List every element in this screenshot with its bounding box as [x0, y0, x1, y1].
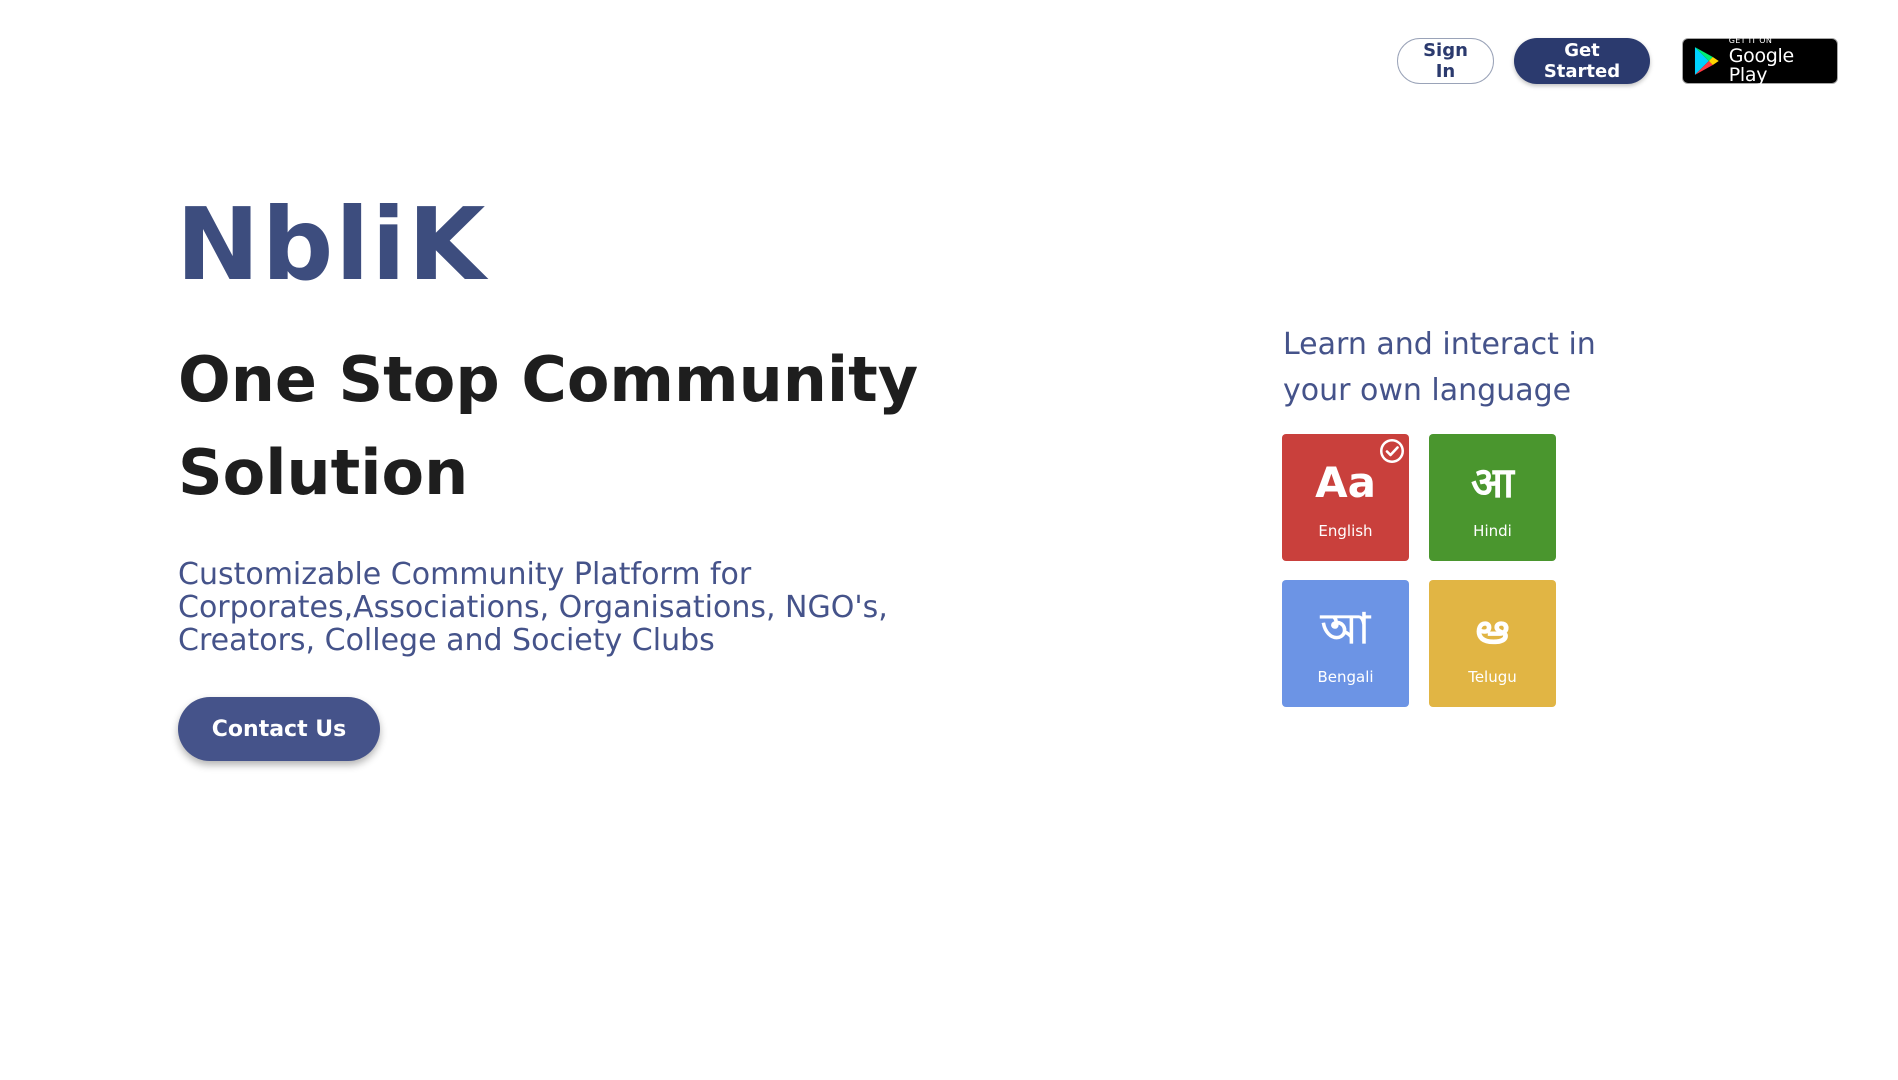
- landing-page: Sign In Get Started GET IT ON Google Pla…: [0, 0, 1898, 1080]
- get-started-button[interactable]: Get Started: [1514, 38, 1650, 84]
- sign-in-button[interactable]: Sign In: [1397, 38, 1494, 84]
- language-tile-bengali[interactable]: আ Bengali: [1282, 580, 1409, 707]
- language-glyph: Aa: [1315, 457, 1376, 507]
- language-glyph: আ: [1321, 603, 1370, 653]
- language-glyph: आ: [1471, 457, 1514, 507]
- check-circle-icon: [1380, 439, 1404, 463]
- language-tile-english[interactable]: Aa English: [1282, 434, 1409, 561]
- language-name: Hindi: [1473, 521, 1512, 540]
- language-glyph: ఆ: [1475, 603, 1510, 653]
- hero-subtitle: Customizable Community Platform for Corp…: [178, 557, 888, 658]
- language-name: English: [1318, 521, 1373, 540]
- language-name: Telugu: [1468, 667, 1517, 686]
- contact-us-button[interactable]: Contact Us: [178, 697, 380, 761]
- gplay-small-text: GET IT ON: [1728, 36, 1773, 45]
- hero-title: One Stop Community Solution: [178, 343, 919, 509]
- language-heading: Learn and interact in your own language: [1283, 327, 1596, 408]
- language-tile-hindi[interactable]: आ Hindi: [1429, 434, 1556, 561]
- header: Sign In Get Started GET IT ON Google Pla…: [1397, 36, 1838, 86]
- language-grid: Aa English आ Hindi আ Bengali ఆ Telugu: [1282, 434, 1556, 707]
- language-tile-telugu[interactable]: ఆ Telugu: [1429, 580, 1556, 707]
- nblik-logo: NbliK: [176, 186, 488, 303]
- google-play-icon: [1694, 47, 1719, 75]
- gplay-big-text: Google Play: [1728, 45, 1795, 86]
- google-play-badge[interactable]: GET IT ON Google Play: [1682, 36, 1838, 86]
- language-name: Bengali: [1317, 667, 1374, 686]
